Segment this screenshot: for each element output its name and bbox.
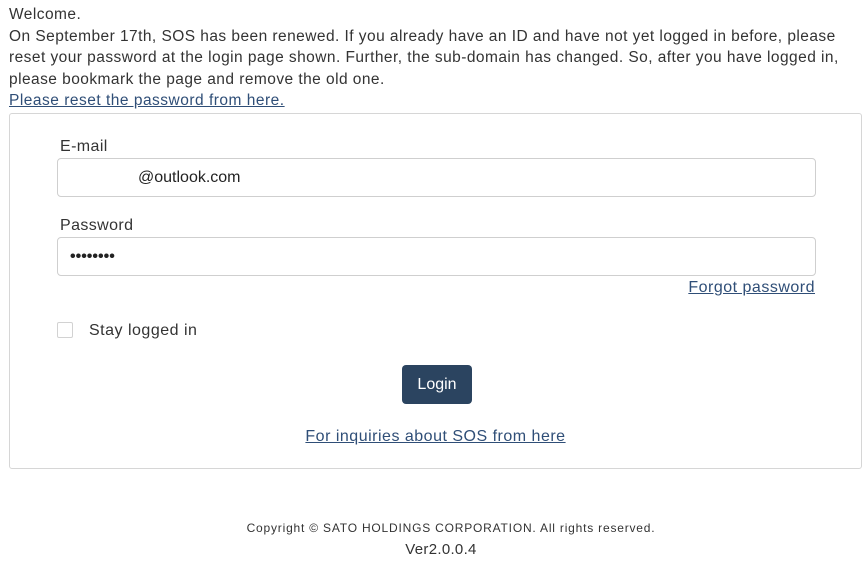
inquiry-section: For inquiries about SOS from here [10,428,861,446]
forgot-password-link[interactable]: Forgot password [688,279,815,297]
stay-logged-in-checkbox[interactable] [57,322,73,338]
login-button[interactable]: Login [402,365,472,404]
renewal-message: On September 17th, SOS has been renewed.… [9,27,839,88]
reset-password-link[interactable]: Please reset the password from here. [9,92,285,109]
version-text: Ver2.0.0.4 [405,541,477,558]
email-label: E-mail [60,138,108,155]
inquiry-link[interactable]: For inquiries about SOS from here [305,428,565,445]
stay-logged-in-label: Stay logged in [89,322,198,339]
reset-link-line: Please reset the password from here. [9,90,861,112]
password-input[interactable] [57,237,816,276]
email-input[interactable] [57,158,816,197]
copyright-text: Copyright © SATO HOLDINGS CORPORATION. A… [246,521,656,535]
intro-section: Welcome. On September 17th, SOS has been… [9,4,861,112]
login-panel: E-mail Password Forgot password Stay log… [9,113,862,469]
password-label: Password [60,217,134,234]
welcome-text: Welcome. [9,6,82,23]
